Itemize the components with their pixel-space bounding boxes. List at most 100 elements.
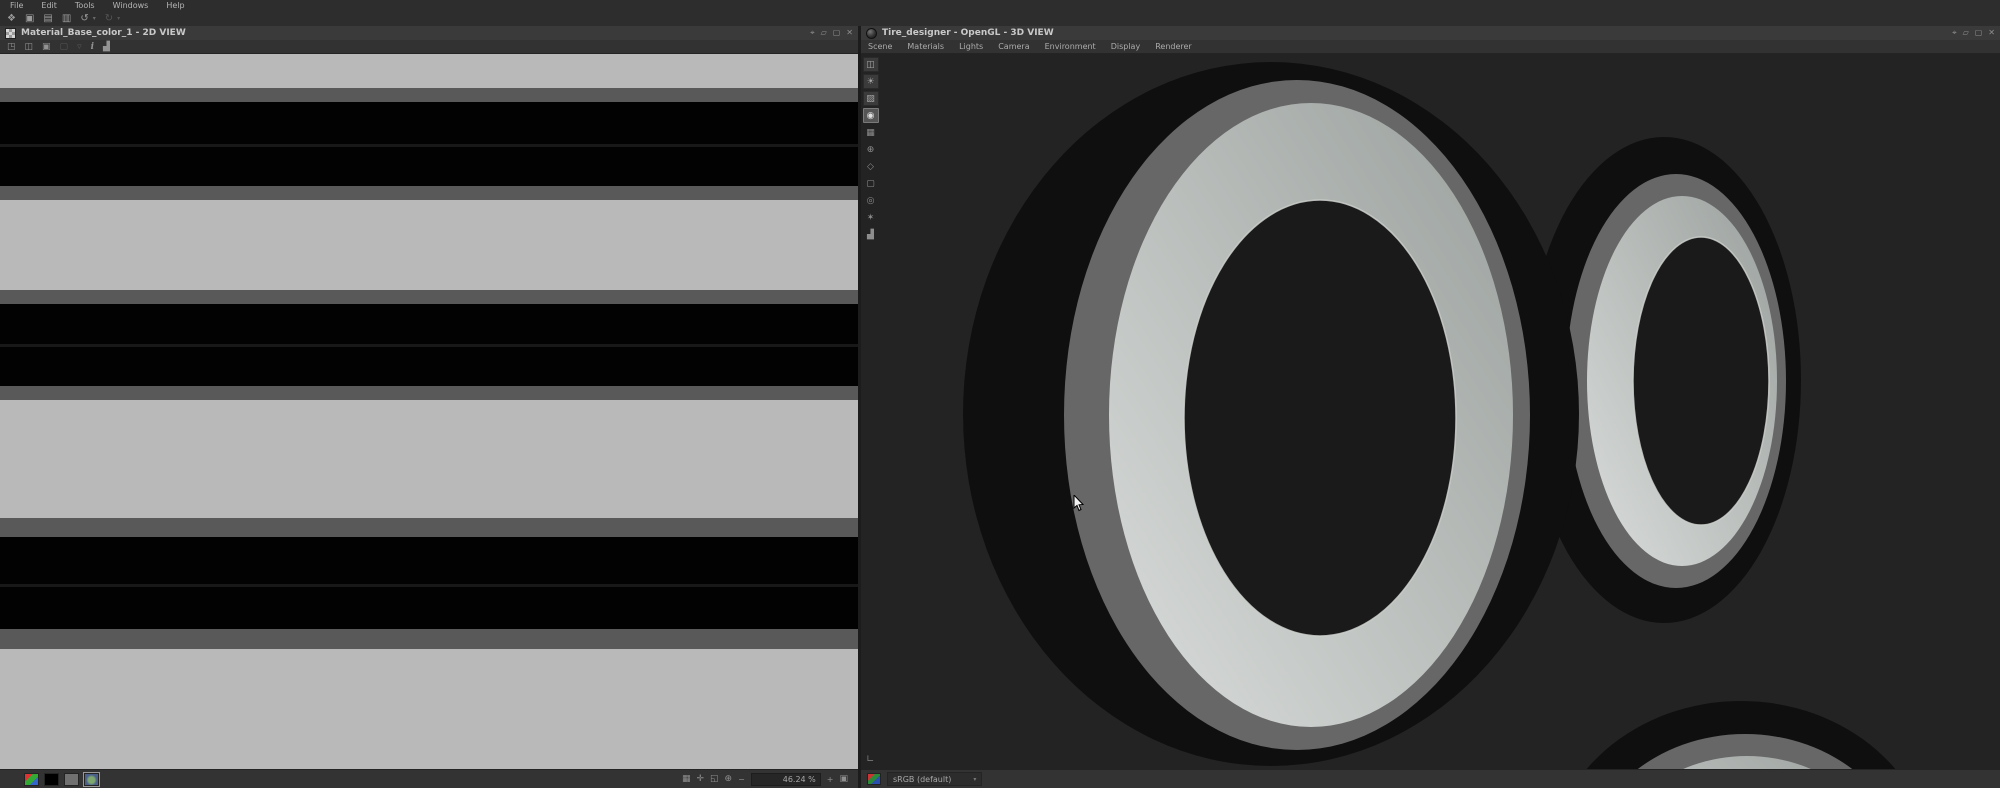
tire-back-small-hole xyxy=(1632,236,1770,526)
zoom-in-button[interactable]: + xyxy=(827,775,834,784)
menu-windows[interactable]: Windows xyxy=(113,1,149,10)
stripe-black xyxy=(0,304,858,344)
turntable-icon[interactable]: ✶ xyxy=(863,210,879,225)
3d-view-menubar: Scene Materials Lights Camera Environment Dis… xyxy=(861,40,2000,54)
axes-icon[interactable]: ⊕ xyxy=(863,142,879,157)
stripe-mid xyxy=(0,629,858,649)
3d-scene xyxy=(963,62,1896,769)
bounding-box-icon[interactable]: ▢ xyxy=(863,176,879,191)
panels-container: Material_Base_color_1 - 2D VIEW ⌖ ▱ ▢ ✕ ◳ ◫ ▣… xyxy=(0,26,2000,788)
2d-view-statusbar: ▦ ✛ ◱ ⊕ −46.24 % + ▣ xyxy=(0,769,858,788)
bg-black-swatch[interactable] xyxy=(44,772,59,786)
stripe-black xyxy=(0,147,858,186)
menu-file[interactable]: File xyxy=(10,1,23,10)
actual-size-icon[interactable]: ⊕ xyxy=(725,774,733,784)
fit-view-icon[interactable]: ◱ xyxy=(710,774,719,784)
3d-menu-environment[interactable]: Environment xyxy=(1045,42,1096,51)
3d-menu-lights[interactable]: Lights xyxy=(959,42,983,51)
stripe-light xyxy=(0,649,858,769)
zoom-level-field[interactable]: 46.24 % xyxy=(750,772,821,786)
menu-edit[interactable]: Edit xyxy=(41,1,57,10)
main-toolbar: ❖ ▣ ▤ ▥ ↺ ▾ ↻ ▾ xyxy=(0,11,2000,26)
export-image-icon[interactable]: ◳ xyxy=(7,42,16,52)
3d-menu-renderer[interactable]: Renderer xyxy=(1155,42,1192,51)
application-window: File Edit Tools Windows Help ❖ ▣ ▤ ▥ ↺ ▾ ↻ ▾ Materi… xyxy=(0,0,2000,788)
3d-menu-materials[interactable]: Materials xyxy=(907,42,944,51)
float-icon[interactable]: ▱ xyxy=(821,28,827,38)
information-icon[interactable]: i xyxy=(91,42,94,52)
save-image-icon[interactable]: ◫ xyxy=(25,42,34,52)
stripe-black xyxy=(0,102,858,144)
color-profile-icon xyxy=(867,773,881,785)
stats-icon[interactable]: ▟ xyxy=(863,227,879,242)
environment-icon[interactable]: ▨ xyxy=(862,91,879,106)
stripe-black xyxy=(0,537,858,584)
3d-view-titlebar[interactable]: Tire_designer - OpenGL - 3D VIEW ⌖ ▱ ▢ ✕ xyxy=(861,26,2000,40)
camera-settings-icon[interactable]: ◫ xyxy=(862,57,879,72)
chevron-down-icon: ▾ xyxy=(973,775,977,783)
new-package-icon[interactable]: ▣ xyxy=(25,13,34,24)
materials-icon[interactable]: ◉ xyxy=(862,108,879,123)
histogram-icon[interactable]: ▟ xyxy=(103,42,110,52)
3d-display-toolbar: ◫ ☀ ▨ ◉ ▦ ⊕ ◇ ▢ ◎ ✶ ▟ xyxy=(862,57,879,242)
stripe-mid xyxy=(0,88,858,102)
3d-menu-display[interactable]: Display xyxy=(1111,42,1141,51)
color-profile-value: sRGB (default) xyxy=(893,774,952,784)
tiling-mode-icon[interactable]: ▦ xyxy=(682,774,691,784)
float-icon[interactable]: ▱ xyxy=(1963,28,1969,38)
maximize-icon[interactable]: ▢ xyxy=(833,28,841,38)
wireframe-icon[interactable]: ◇ xyxy=(863,159,879,174)
undo-button[interactable]: ↺ xyxy=(80,13,88,24)
normals-icon[interactable]: ◎ xyxy=(863,193,879,208)
stripe-light xyxy=(0,54,858,88)
2d-view-title: Material_Base_color_1 - 2D VIEW xyxy=(21,28,186,38)
lights-icon[interactable]: ☀ xyxy=(862,74,879,89)
undo-button-caret[interactable]: ▾ xyxy=(93,15,96,22)
redo-button-caret: ▾ xyxy=(117,15,121,22)
2d-view-toolbar: ◳ ◫ ▣ ▢ ▿ i ▟ xyxy=(0,40,858,54)
tire-front-large-hole xyxy=(1183,199,1457,637)
bg-gradient-swatch[interactable] xyxy=(24,772,39,786)
copy-image-icon[interactable]: ▣ xyxy=(42,42,51,52)
texture-2d-icon xyxy=(5,27,16,39)
pin-icon[interactable]: ⌖ xyxy=(810,28,815,38)
close-icon[interactable]: ✕ xyxy=(1988,28,1995,38)
2d-view-titlebar[interactable]: Material_Base_color_1 - 2D VIEW ⌖ ▱ ▢ ✕ xyxy=(0,26,858,40)
zoom-out-button[interactable]: − xyxy=(738,775,745,784)
stripe-black xyxy=(0,347,858,386)
close-icon[interactable]: ✕ xyxy=(846,28,853,38)
save-icon[interactable]: ▥ xyxy=(62,13,71,24)
color-profile-dropdown[interactable]: sRGB (default) ▾ xyxy=(887,772,983,786)
transform-icon: ▢ xyxy=(59,41,69,52)
3d-viewport[interactable]: ◫ ☀ ▨ ◉ ▦ ⊕ ◇ ▢ ◎ ✶ ▟ ∟ xyxy=(861,54,2000,769)
stripe-mid xyxy=(0,518,858,537)
menu-help[interactable]: Help xyxy=(166,1,184,10)
stripe-mid xyxy=(0,290,858,304)
zoom-options-icon[interactable]: ▣ xyxy=(839,774,848,784)
bg-image-swatch[interactable] xyxy=(83,771,100,787)
pin-icon[interactable]: ⌖ xyxy=(1952,28,1957,38)
pan-mode-icon[interactable]: ✛ xyxy=(696,774,704,784)
share-icon[interactable]: ❖ xyxy=(7,13,16,24)
stripe-light xyxy=(0,400,858,518)
panel-3d-view: Tire_designer - OpenGL - 3D VIEW ⌖ ▱ ▢ ✕ Sc… xyxy=(861,26,2000,788)
tessellation-icon[interactable]: ▦ xyxy=(863,125,879,140)
filter-dropdown-icon: ▿ xyxy=(77,41,82,52)
mouse-cursor xyxy=(1073,495,1085,512)
main-menubar: File Edit Tools Windows Help xyxy=(0,0,2000,11)
open-icon[interactable]: ▤ xyxy=(43,13,52,24)
stripe-mid xyxy=(0,186,858,200)
stripe-mid xyxy=(0,386,858,400)
maximize-icon[interactable]: ▢ xyxy=(1975,28,1983,38)
bg-grey-swatch[interactable] xyxy=(64,772,79,786)
redo-button: ↻ xyxy=(104,12,114,24)
3d-menu-scene[interactable]: Scene xyxy=(868,42,892,51)
3d-view-title: Tire_designer - OpenGL - 3D VIEW xyxy=(882,28,1054,38)
axis-gizmo-icon: ∟ xyxy=(866,754,875,765)
3d-menu-camera[interactable]: Camera xyxy=(998,42,1029,51)
2d-texture-canvas[interactable] xyxy=(0,54,858,769)
3d-view-statusbar: sRGB (default) ▾ xyxy=(861,769,2000,788)
menu-tools[interactable]: Tools xyxy=(75,1,95,10)
stripe-black xyxy=(0,587,858,629)
stripe-light xyxy=(0,200,858,290)
